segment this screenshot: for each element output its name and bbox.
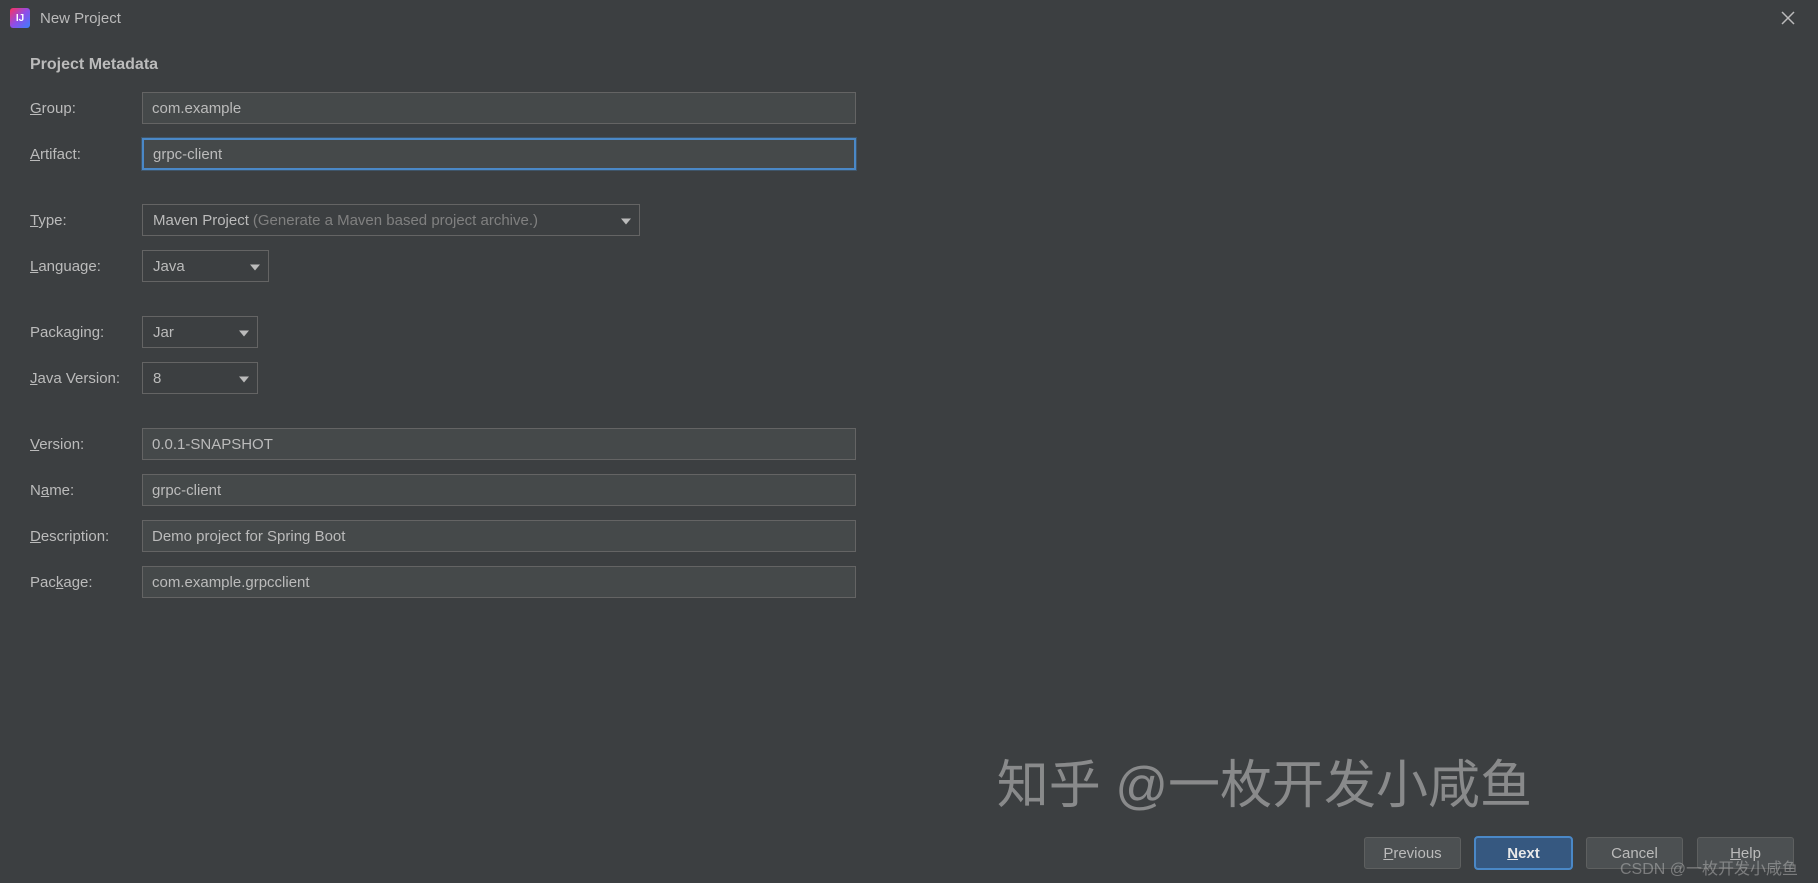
language-value: Java bbox=[153, 258, 185, 275]
row-version: Version: bbox=[30, 428, 1788, 460]
group-input[interactable] bbox=[142, 92, 856, 124]
row-java-version: Java Version: 8 bbox=[30, 362, 1788, 394]
section-header: Project Metadata bbox=[30, 56, 1788, 74]
label-artifact: Artifact: bbox=[30, 146, 142, 163]
row-name: Name: bbox=[30, 474, 1788, 506]
label-description: Description: bbox=[30, 528, 142, 545]
previous-button[interactable]: Previous bbox=[1364, 837, 1461, 869]
label-name: Name: bbox=[30, 482, 142, 499]
content-area: Project Metadata Group: Artifact: Type: … bbox=[0, 36, 1818, 632]
type-value: Maven Project bbox=[153, 212, 249, 229]
row-packaging: Packaging: Jar bbox=[30, 316, 1788, 348]
name-input[interactable] bbox=[142, 474, 856, 506]
title-bar: IJ New Project bbox=[0, 0, 1818, 36]
label-java-version: Java Version: bbox=[30, 370, 142, 387]
packaging-value: Jar bbox=[153, 324, 174, 341]
close-button[interactable] bbox=[1768, 3, 1808, 33]
row-description: Description: bbox=[30, 520, 1788, 552]
window-title: New Project bbox=[40, 10, 121, 27]
button-bar: Previous Next Cancel Help bbox=[1364, 837, 1794, 869]
chevron-down-icon bbox=[621, 212, 631, 229]
language-combobox[interactable]: Java bbox=[142, 250, 269, 282]
packaging-combobox[interactable]: Jar bbox=[142, 316, 258, 348]
description-input[interactable] bbox=[142, 520, 856, 552]
help-button[interactable]: Help bbox=[1697, 837, 1794, 869]
row-package: Package: bbox=[30, 566, 1788, 598]
chevron-down-icon bbox=[239, 370, 249, 387]
label-version: Version: bbox=[30, 436, 142, 453]
chevron-down-icon bbox=[250, 258, 260, 275]
watermark-zhihu: 知乎 @一枚开发小咸鱼 bbox=[997, 743, 1532, 818]
package-input[interactable] bbox=[142, 566, 856, 598]
java-version-combobox[interactable]: 8 bbox=[142, 362, 258, 394]
type-combobox[interactable]: Maven Project (Generate a Maven based pr… bbox=[142, 204, 640, 236]
label-language: Language: bbox=[30, 258, 142, 275]
label-group: Group: bbox=[30, 100, 142, 117]
row-language: Language: Java bbox=[30, 250, 1788, 282]
cancel-button[interactable]: Cancel bbox=[1586, 837, 1683, 869]
row-artifact: Artifact: bbox=[30, 138, 1788, 170]
java-version-value: 8 bbox=[153, 370, 161, 387]
label-package: Package: bbox=[30, 574, 142, 591]
artifact-input[interactable] bbox=[142, 138, 856, 170]
close-icon bbox=[1781, 11, 1795, 25]
row-type: Type: Maven Project (Generate a Maven ba… bbox=[30, 204, 1788, 236]
intellij-icon: IJ bbox=[10, 8, 30, 28]
chevron-down-icon bbox=[239, 324, 249, 341]
label-type: Type: bbox=[30, 212, 142, 229]
type-hint: (Generate a Maven based project archive.… bbox=[253, 212, 538, 229]
version-input[interactable] bbox=[142, 428, 856, 460]
next-button[interactable]: Next bbox=[1475, 837, 1572, 869]
label-packaging: Packaging: bbox=[30, 324, 142, 341]
row-group: Group: bbox=[30, 92, 1788, 124]
